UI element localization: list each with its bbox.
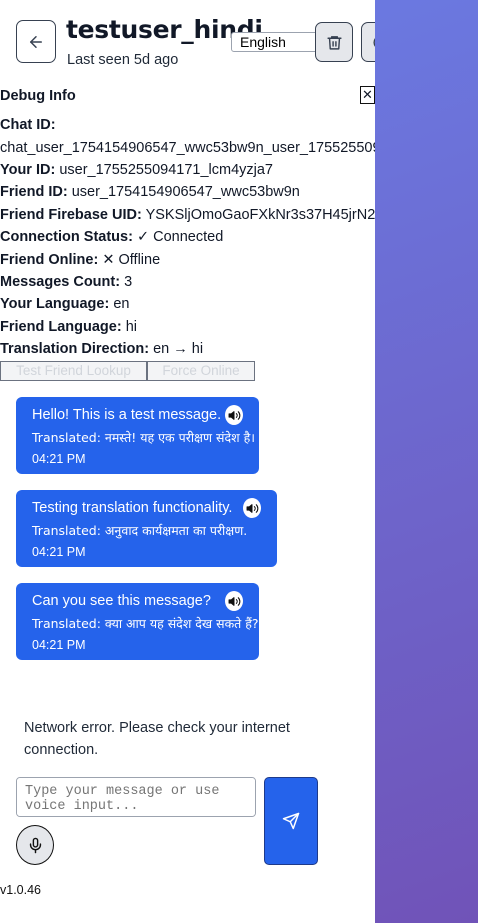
send-button[interactable] xyxy=(264,777,318,865)
speak-message-button[interactable] xyxy=(225,405,243,425)
moon-icon xyxy=(373,37,375,47)
message-text: Testing translation functionality. xyxy=(32,500,233,516)
voice-input-button[interactable] xyxy=(16,825,54,865)
speaker-icon xyxy=(246,503,258,513)
message-translation: Translated: क्या आप यह संदेश देख सकते है… xyxy=(32,616,259,631)
mic-icon xyxy=(29,837,41,853)
message-text: Can you see this message? xyxy=(32,593,211,609)
message-time: 04:21 PM xyxy=(32,452,86,466)
message-bubble: Can you see this message? Translated: क्… xyxy=(16,583,259,660)
debug-chat-id-label: Chat ID: xyxy=(0,117,56,133)
speak-message-button[interactable] xyxy=(243,498,261,518)
last-seen-status: Last seen 5d ago xyxy=(67,52,179,68)
message-time: 04:21 PM xyxy=(32,638,86,652)
chat-header: testuser_hindi Last seen 5d ago English xyxy=(0,0,375,86)
debug-friend-id: Friend ID: user_1754154906547_wwc53bw9n xyxy=(0,184,300,200)
message-input[interactable] xyxy=(16,777,256,817)
debug-your-language: Your Language: en xyxy=(0,296,130,312)
debug-friend-firebase-uid: Friend Firebase UID: YSKSljOmoGaoFXkNr3s… xyxy=(0,207,375,223)
debug-friend-online: Friend Online: ✕ Offline xyxy=(0,252,161,268)
test-friend-lookup-button[interactable]: Test Friend Lookup xyxy=(0,361,147,381)
message-list: Hello! This is a test message. Translate… xyxy=(0,385,375,691)
back-button[interactable] xyxy=(16,20,56,63)
debug-chat-id-value: chat_user_1754154906547_wwc53bw9n_user_1… xyxy=(0,140,375,156)
debug-messages-count: Messages Count: 3 xyxy=(0,274,133,290)
dark-mode-button[interactable] xyxy=(361,22,375,62)
force-online-button[interactable]: Force Online xyxy=(147,361,255,381)
trash-icon xyxy=(326,35,342,50)
message-text: Hello! This is a test message. xyxy=(32,407,222,423)
speaker-icon xyxy=(228,596,240,606)
debug-translation-direction: Translation Direction: en → hi xyxy=(0,341,204,357)
speak-message-button[interactable] xyxy=(225,591,243,611)
message-bubble: Testing translation functionality. Trans… xyxy=(16,490,277,567)
message-bubble: Hello! This is a test message. Translate… xyxy=(16,397,259,474)
debug-connection-status: Connection Status: ✓ Connected xyxy=(0,229,224,245)
app-version: v1.0.46 xyxy=(0,883,42,897)
chat-panel: testuser_hindi Last seen 5d ago English … xyxy=(0,0,375,923)
message-translation: Translated: नमस्ते! यह एक परीक्षण संदेश … xyxy=(32,430,255,445)
debug-close-button[interactable]: ✕ xyxy=(360,86,375,104)
debug-your-id: Your ID: user_1755255094171_lcm4yzja7 xyxy=(0,162,273,178)
send-icon xyxy=(282,812,300,830)
delete-chat-button[interactable] xyxy=(315,22,353,62)
message-time: 04:21 PM xyxy=(32,545,86,559)
speaker-icon xyxy=(228,410,240,420)
arrow-left-icon xyxy=(30,35,42,48)
network-error-message: Network error. Please check your interne… xyxy=(24,720,290,758)
debug-title: Debug Info xyxy=(0,88,76,104)
message-translation: Translated: अनुवाद कार्यक्षमता का परीक्ष… xyxy=(32,523,248,538)
debug-friend-language: Friend Language: hi xyxy=(0,319,137,335)
message-composer: Network error. Please check your interne… xyxy=(0,691,375,923)
